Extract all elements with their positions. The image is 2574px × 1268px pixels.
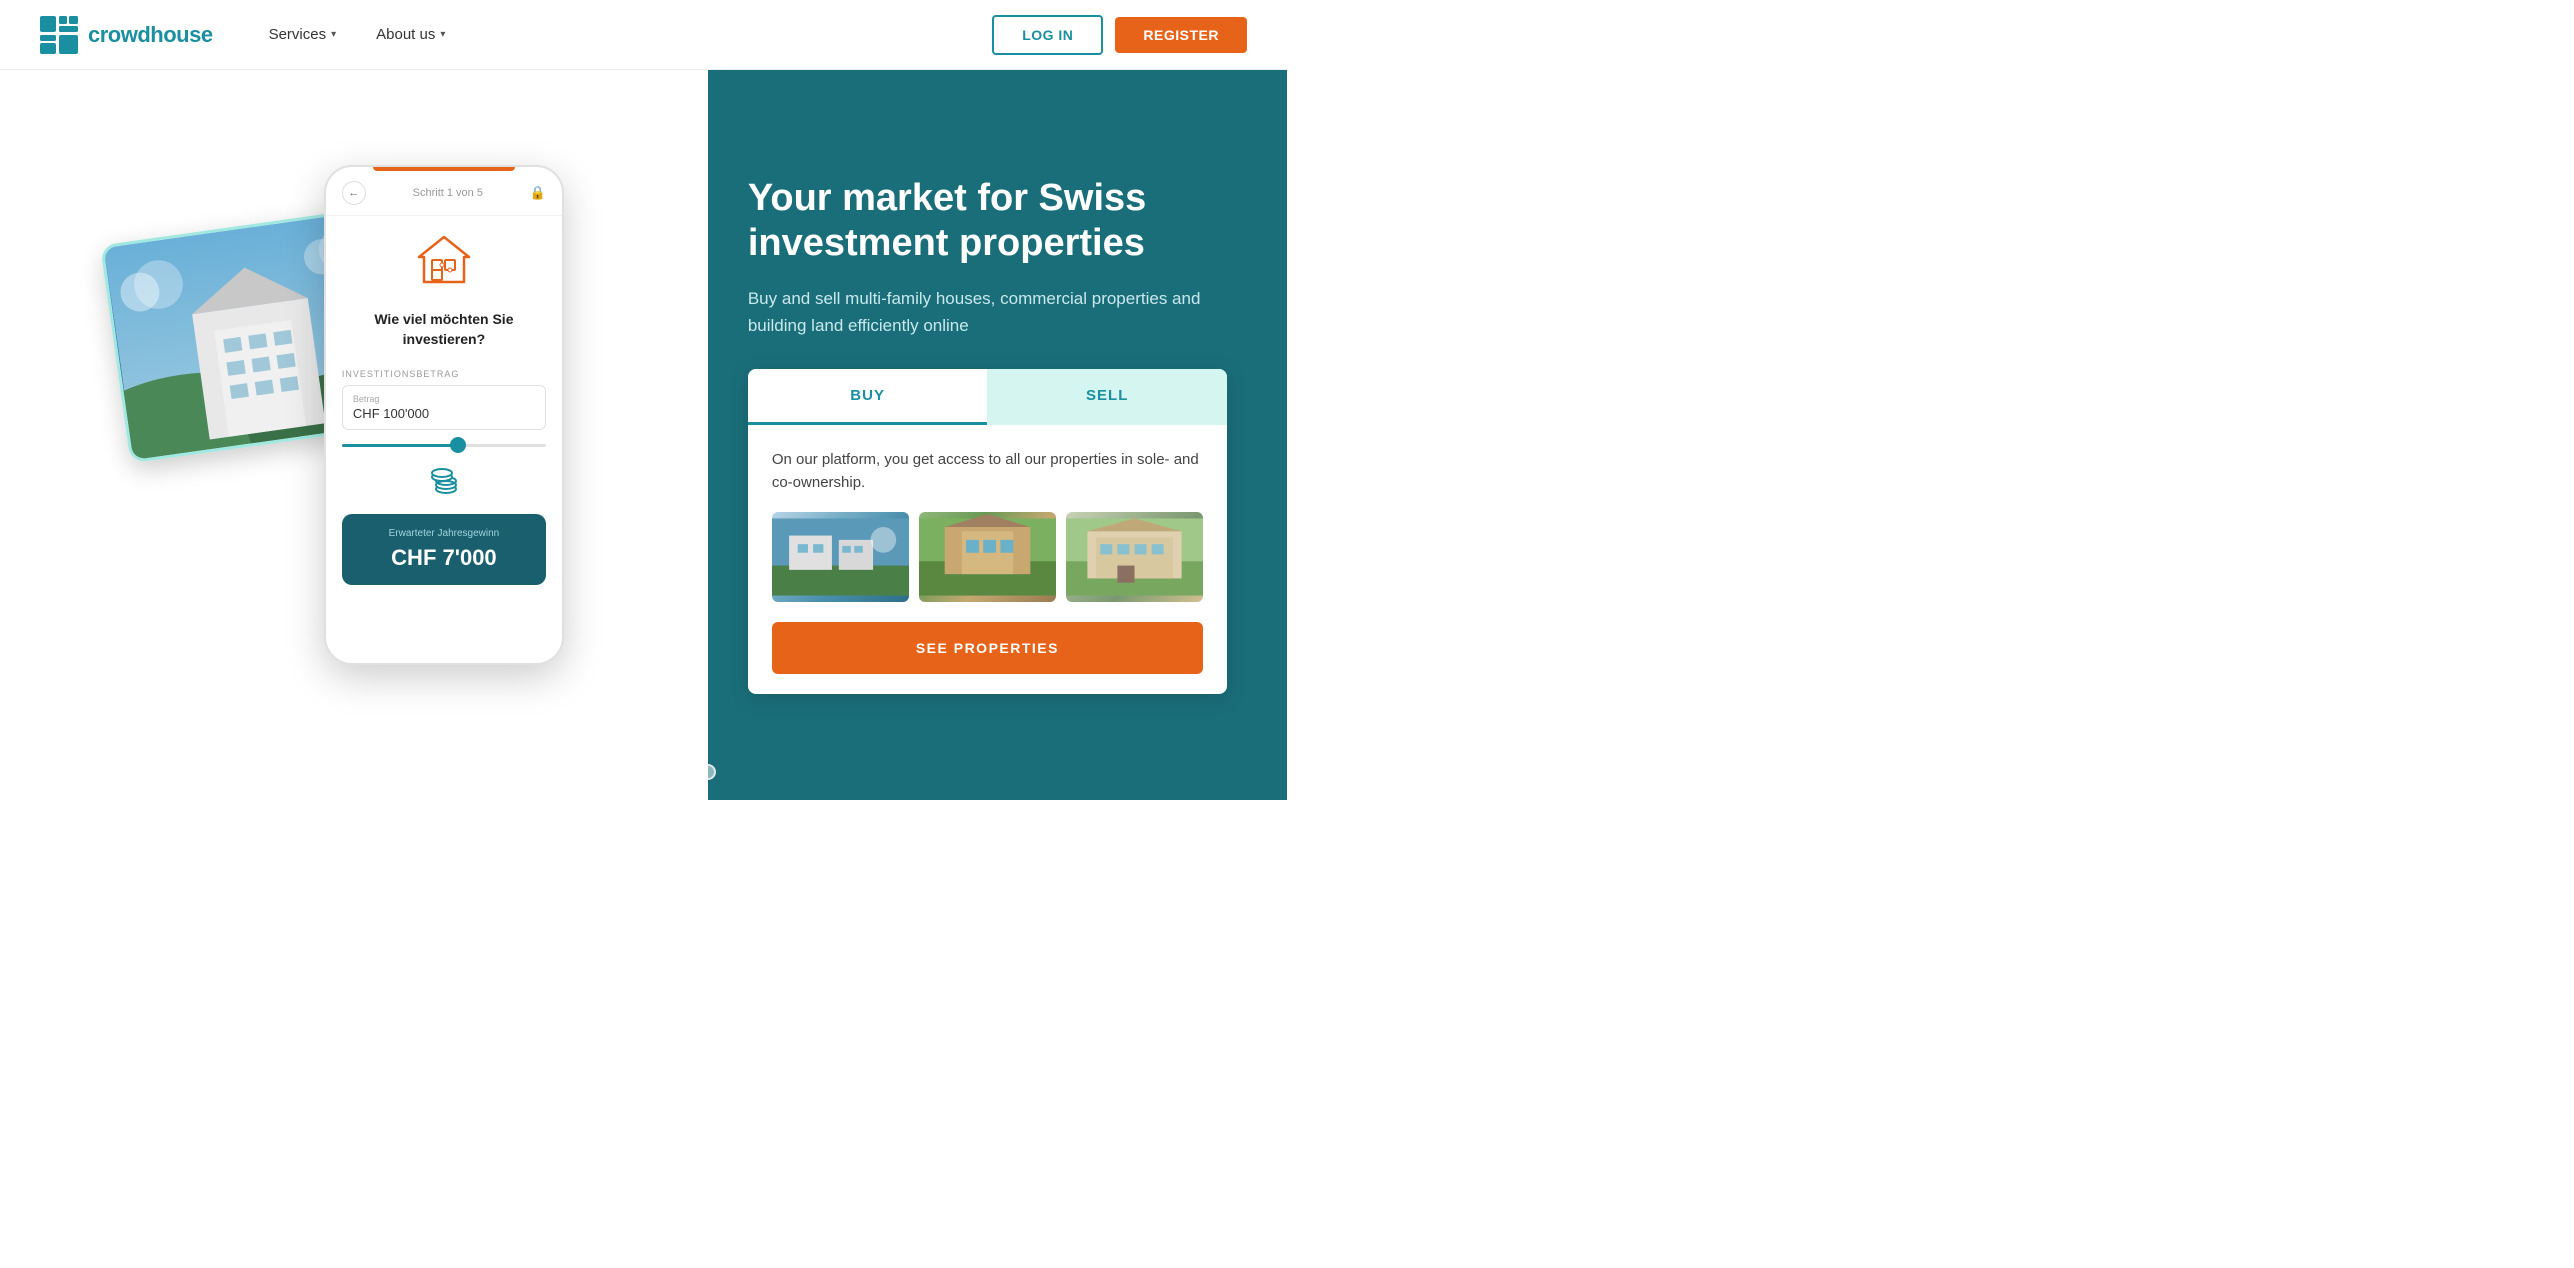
phone-slider-fill bbox=[342, 444, 454, 447]
brand-name: crowdhouse bbox=[88, 22, 213, 48]
phone-step-text: Schritt 1 von 5 bbox=[366, 187, 530, 199]
phone-result-label: Erwarteter Jahresgewinn bbox=[356, 528, 532, 539]
phone-mockup: ← Schritt 1 von 5 🔒 bbox=[324, 165, 564, 665]
hero-right: Your market for Swiss investment propert… bbox=[708, 70, 1287, 800]
phone-amount-input: Betrag CHF 100'000 bbox=[342, 385, 546, 430]
nav-links: Services ▾ About us ▾ bbox=[253, 18, 993, 51]
about-chevron-icon: ▾ bbox=[440, 29, 445, 40]
phone-investment-label: INVESTITIONSBETRAG bbox=[342, 369, 460, 379]
pagination-dot-2[interactable] bbox=[598, 764, 614, 780]
phone-back-button[interactable]: ← bbox=[342, 181, 366, 205]
pagination-dot-1[interactable] bbox=[572, 764, 588, 780]
pagination bbox=[572, 764, 716, 780]
hero-left: ← Schritt 1 von 5 🔒 bbox=[0, 70, 708, 800]
phone-mockup-area: ← Schritt 1 von 5 🔒 bbox=[194, 145, 574, 725]
property-image-2 bbox=[919, 512, 1056, 602]
hero-title: Your market for Swiss investment propert… bbox=[748, 176, 1227, 267]
register-button[interactable]: REGISTER bbox=[1115, 17, 1247, 53]
nav-auth: LOG IN REGISTER bbox=[992, 15, 1247, 55]
phone-amount-value: CHF 100'000 bbox=[353, 406, 535, 421]
buy-sell-card: BUY SELL On our platform, you get access… bbox=[748, 369, 1227, 694]
property-image-1 bbox=[772, 512, 909, 602]
phone-result-card: Erwarteter Jahresgewinn CHF 7'000 bbox=[342, 514, 546, 585]
coins-icon bbox=[428, 463, 460, 502]
navbar: crowdhouse Services ▾ About us ▾ LOG IN … bbox=[0, 0, 1287, 70]
phone-slider-thumb bbox=[450, 437, 466, 453]
logo[interactable]: crowdhouse bbox=[40, 16, 213, 54]
phone-content: Wie viel möchten Sie investieren? INVEST… bbox=[326, 216, 562, 663]
house-puzzle-icon bbox=[414, 232, 474, 296]
hero-section: ← Schritt 1 von 5 🔒 bbox=[0, 70, 1287, 800]
pagination-dot-4[interactable] bbox=[650, 764, 690, 780]
phone-question: Wie viel möchten Sie investieren? bbox=[342, 310, 546, 349]
nav-services[interactable]: Services ▾ bbox=[253, 18, 353, 51]
pagination-dot-3[interactable] bbox=[624, 764, 640, 780]
property-images bbox=[772, 512, 1203, 602]
phone-amount-label: Betrag bbox=[353, 394, 535, 404]
buy-sell-content: On our platform, you get access to all o… bbox=[748, 425, 1227, 694]
tab-buy[interactable]: BUY bbox=[748, 369, 988, 425]
buy-description: On our platform, you get access to all o… bbox=[772, 449, 1203, 494]
hero-subtitle: Buy and sell multi-family houses, commer… bbox=[748, 285, 1227, 339]
login-button[interactable]: LOG IN bbox=[992, 15, 1103, 55]
property-image-3 bbox=[1066, 512, 1203, 602]
services-chevron-icon: ▾ bbox=[331, 29, 336, 40]
see-properties-button[interactable]: SEE PROPERTIES bbox=[772, 622, 1203, 674]
nav-about[interactable]: About us ▾ bbox=[360, 18, 461, 51]
phone-header: ← Schritt 1 von 5 🔒 bbox=[326, 171, 562, 216]
tab-sell[interactable]: SELL bbox=[987, 369, 1227, 425]
logo-icon bbox=[40, 16, 78, 54]
phone-result-value: CHF 7'000 bbox=[356, 545, 532, 571]
pagination-dot-5[interactable] bbox=[700, 764, 716, 780]
buy-sell-tabs: BUY SELL bbox=[748, 369, 1227, 425]
lock-icon: 🔒 bbox=[530, 185, 546, 201]
phone-slider[interactable] bbox=[342, 444, 546, 447]
